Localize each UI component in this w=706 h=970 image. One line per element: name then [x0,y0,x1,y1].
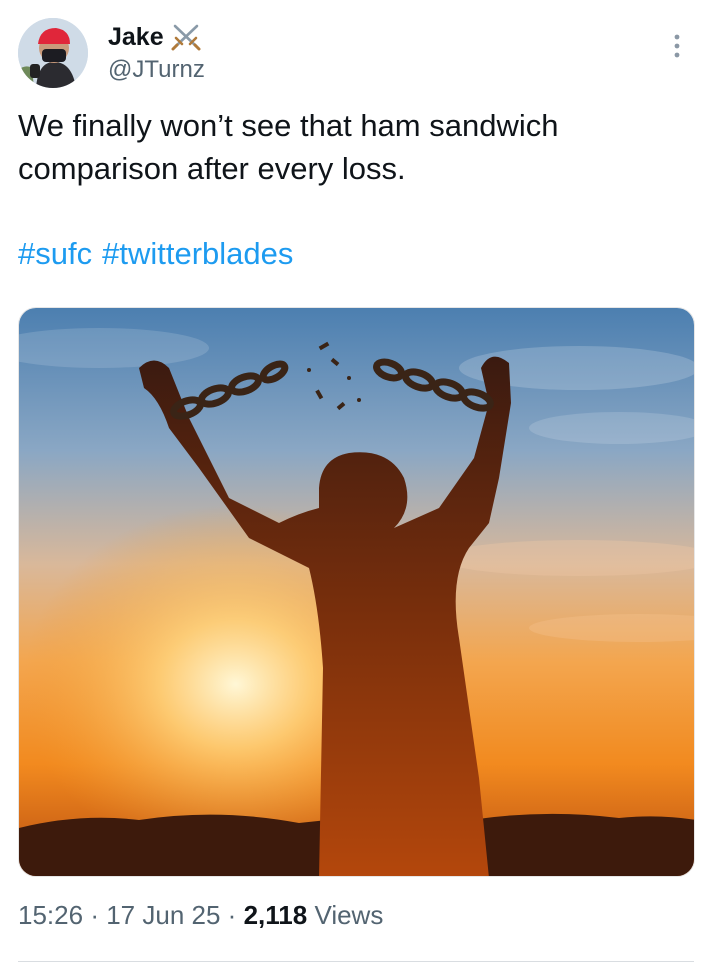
meta-separator: · [90,900,99,930]
hashtag-list: #sufc #twitterblades [18,232,303,275]
more-options-icon[interactable] [670,32,684,62]
tweet-time[interactable]: 15:26 [18,900,83,930]
tweet-meta: 15:26 · 17 Jun 25 · 2,118 Views [18,900,383,931]
tweet-card: Jake @JTurnz We finally won’t see that h… [0,0,706,970]
hashtag-sufc[interactable]: #sufc [18,236,92,271]
hashtag-twitterblades[interactable]: #twitterblades [102,236,293,271]
display-name-row: Jake [108,20,205,54]
tweet-text: We finally won’t see that ham sandwich c… [18,108,559,186]
tweet-media-image[interactable] [18,307,695,877]
display-name[interactable]: Jake [108,23,164,52]
meta-separator: · [227,900,237,930]
avatar[interactable] [18,18,88,88]
views-count[interactable]: 2,118 [244,900,308,930]
views-label[interactable]: Views [314,900,383,930]
author-handle[interactable]: @JTurnz [108,56,205,84]
divider [18,961,694,962]
author-names: Jake @JTurnz [108,20,205,84]
tweet-date[interactable]: 17 Jun 25 [106,900,220,930]
crossed-swords-icon [170,22,202,52]
tweet-header: Jake @JTurnz [18,18,688,88]
